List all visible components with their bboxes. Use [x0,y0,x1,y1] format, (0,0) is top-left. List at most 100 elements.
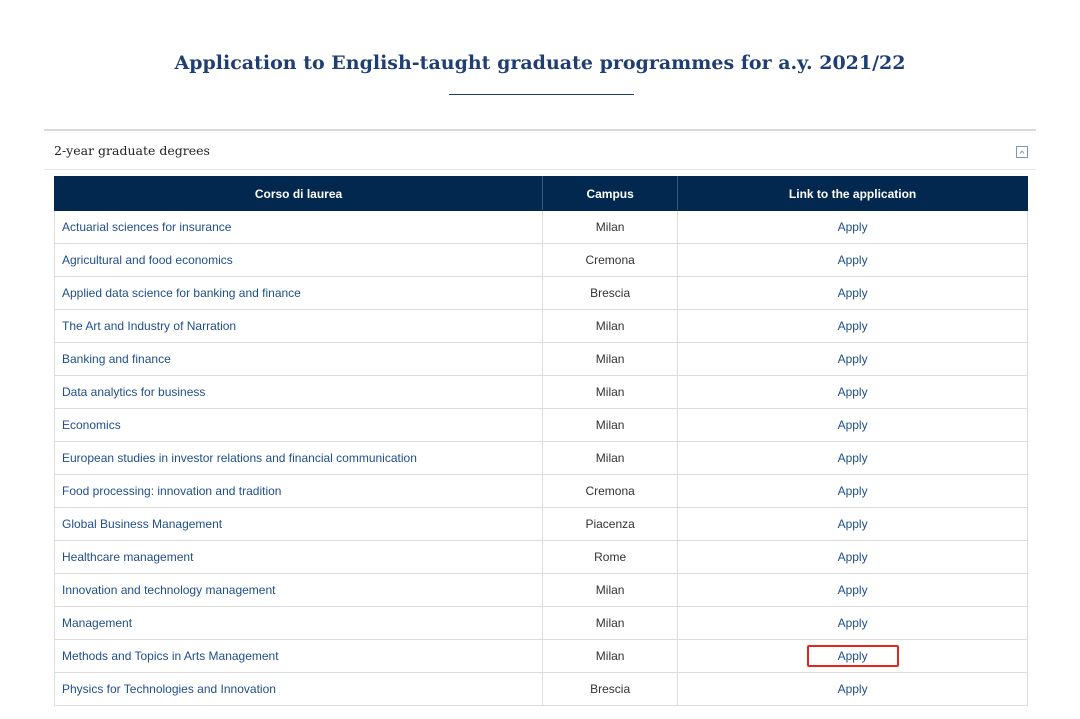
course-cell: Global Business Management [53,507,544,541]
table-row: Applied data science for banking and fin… [53,276,1028,310]
chevron-up-icon [1019,150,1025,154]
accordion-title: 2-year graduate degrees [54,143,210,158]
course-link[interactable]: Food processing: innovation and traditio… [62,484,281,498]
apply-link[interactable]: Apply [806,645,899,667]
course-cell: Physics for Technologies and Innovation [53,672,544,706]
apply-link[interactable]: Apply [807,315,899,337]
table-row: Actuarial sciences for insurance Milan App… [53,210,1028,244]
apply-link[interactable]: Apply [807,579,899,601]
apply-cell: Apply [677,540,1028,574]
apply-cell: Apply [677,408,1028,442]
apply-cell: Apply [677,474,1028,508]
course-link[interactable]: Data analytics for business [62,385,205,399]
course-cell: Actuarial sciences for insurance [53,210,544,244]
column-header-course: Corso di laurea [53,176,544,211]
apply-cell: Apply [677,672,1028,706]
campus-cell: Milan [542,309,679,343]
table-row: Management Milan Apply [53,606,1028,640]
apply-link[interactable]: Apply [807,348,899,370]
course-cell: Data analytics for business [53,375,544,409]
apply-cell: Apply [677,309,1028,343]
apply-cell: Apply [677,441,1028,475]
apply-link[interactable]: Apply [807,381,899,403]
course-link[interactable]: Agricultural and food economics [62,253,233,267]
table-body: Actuarial sciences for insurance Milan App… [53,210,1028,706]
apply-link[interactable]: Apply [807,282,899,304]
campus-cell: Rome [542,540,679,574]
accordion-header[interactable]: 2-year graduate degrees [44,131,1036,170]
apply-cell: Apply [677,342,1028,376]
course-cell: Methods and Topics in Arts Management [53,639,544,673]
column-header-link: Link to the application [677,176,1028,211]
campus-cell: Milan [542,639,679,673]
campus-cell: Brescia [542,276,679,310]
campus-cell: Milan [542,375,679,409]
apply-link[interactable]: Apply [807,249,899,271]
campus-cell: Brescia [542,672,679,706]
collapse-toggle-button[interactable] [1016,146,1028,158]
course-link[interactable]: Banking and finance [62,352,171,366]
course-link[interactable]: European studies in investor relations a… [62,451,417,465]
course-cell: Management [53,606,544,640]
course-cell: European studies in investor relations a… [53,441,544,475]
course-cell: Banking and finance [53,342,544,376]
campus-cell: Milan [542,408,679,442]
course-link[interactable]: Management [62,616,132,630]
programmes-table: Corso di laurea Campus Link to the appli… [53,176,1028,706]
apply-cell: Apply [677,210,1028,244]
course-link[interactable]: Methods and Topics in Arts Management [62,649,279,663]
table-row: Banking and finance Milan Apply [53,342,1028,376]
course-link[interactable]: The Art and Industry of Narration [62,319,236,333]
apply-link[interactable]: Apply [807,612,899,634]
column-header-campus: Campus [542,176,679,211]
table-row: Physics for Technologies and Innovation B… [53,672,1028,706]
apply-cell: Apply [677,573,1028,607]
course-link[interactable]: Physics for Technologies and Innovation [62,682,276,696]
table-row: Agricultural and food economics Cremona Ap… [53,243,1028,277]
apply-link[interactable]: Apply [807,216,899,238]
course-cell: The Art and Industry of Narration [53,309,544,343]
course-cell: Innovation and technology management [53,573,544,607]
apply-link[interactable]: Apply [807,678,899,700]
table-row: The Art and Industry of Narration Milan Ap… [53,309,1028,343]
title-underline [449,94,634,95]
table-row: Data analytics for business Milan Apply [53,375,1028,409]
table-row: Healthcare management Rome Apply [53,540,1028,574]
apply-link[interactable]: Apply [807,414,899,436]
apply-link[interactable]: Apply [807,513,899,535]
apply-cell: Apply [677,639,1028,673]
campus-cell: Cremona [542,474,679,508]
course-link[interactable]: Actuarial sciences for insurance [62,220,231,234]
apply-cell: Apply [677,276,1028,310]
table-row: Methods and Topics in Arts Management Mil… [53,639,1028,673]
accordion-graduate-degrees: 2-year graduate degrees [44,129,1036,170]
apply-link[interactable]: Apply [807,480,899,502]
apply-link[interactable]: Apply [807,546,899,568]
course-link[interactable]: Applied data science for banking and fin… [62,286,301,300]
apply-cell: Apply [677,507,1028,541]
apply-cell: Apply [677,243,1028,277]
campus-cell: Milan [542,606,679,640]
course-link[interactable]: Global Business Management [62,517,222,531]
campus-cell: Milan [542,342,679,376]
table-row: Innovation and technology management Mila… [53,573,1028,607]
campus-cell: Milan [542,573,679,607]
course-link[interactable]: Economics [62,418,121,432]
campus-cell: Piacenza [542,507,679,541]
page-title: Application to English-taught graduate p… [174,52,906,74]
table-row: Global Business Management Piacenza Apply [53,507,1028,541]
course-link[interactable]: Innovation and technology management [62,583,276,597]
table-row: Economics Milan Apply [53,408,1028,442]
course-cell: Agricultural and food economics [53,243,544,277]
course-cell: Economics [53,408,544,442]
campus-cell: Milan [542,210,679,244]
course-cell: Healthcare management [53,540,544,574]
apply-link[interactable]: Apply [807,447,899,469]
table-row: Food processing: innovation and traditio… [53,474,1028,508]
course-cell: Food processing: innovation and traditio… [53,474,544,508]
table-header-row: Corso di laurea Campus Link to the appli… [53,176,1028,211]
campus-cell: Milan [542,441,679,475]
course-link[interactable]: Healthcare management [62,550,193,564]
course-cell: Applied data science for banking and fin… [53,276,544,310]
apply-cell: Apply [677,375,1028,409]
